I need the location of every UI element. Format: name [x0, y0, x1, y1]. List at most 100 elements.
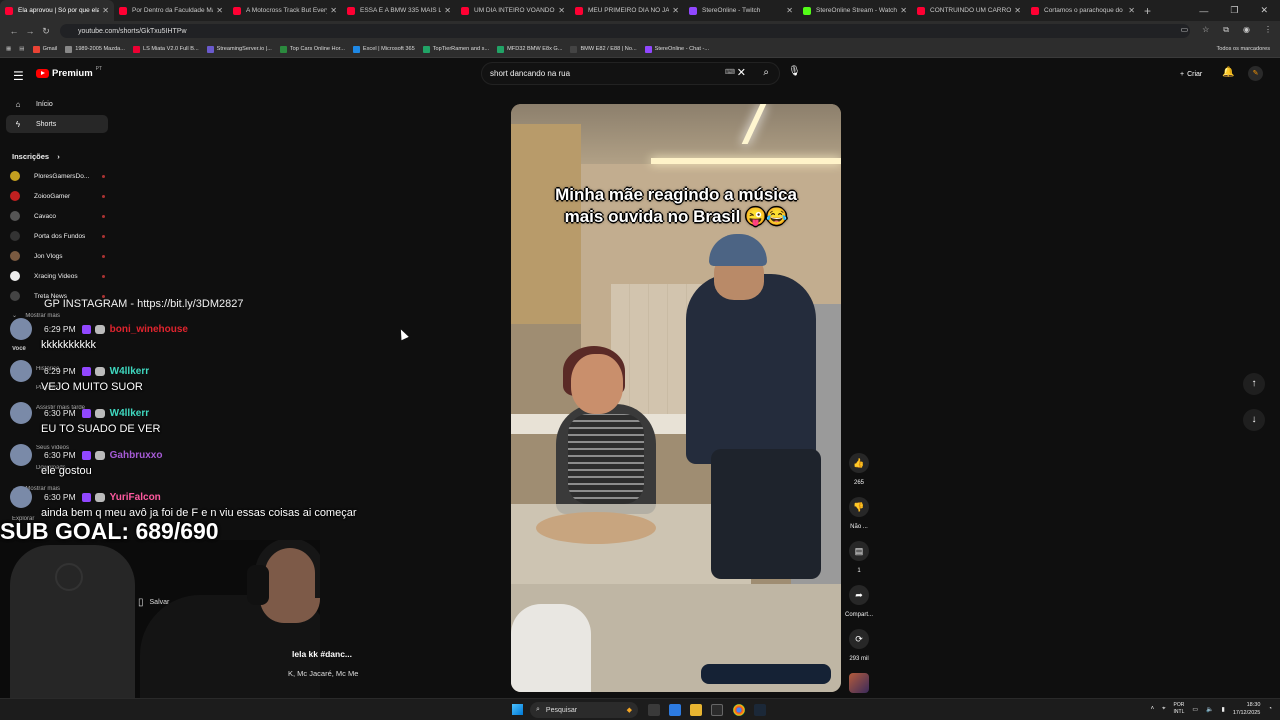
file-explorer-icon[interactable]	[690, 704, 702, 716]
browser-tab[interactable]: Ela aprovou | Só por que ela ✕	[0, 0, 114, 21]
previous-short-arrow-icon[interactable]: ↑	[1243, 373, 1265, 395]
subscription-item[interactable]: PloresGamersDo...	[10, 169, 110, 183]
bookmark-item[interactable]: StereOnline - Chat -...	[644, 45, 709, 53]
browser-tab[interactable]: CONTRUINDO UM CARRO B ✕	[912, 0, 1026, 21]
browser-tab[interactable]: UM DIA INTEIRO VOANDO P ✕	[456, 0, 570, 21]
search-icon[interactable]: ⌕	[763, 67, 769, 78]
volume-icon[interactable]: 🔈	[1206, 706, 1213, 713]
profile-icon[interactable]: ◉	[1243, 25, 1250, 35]
chat-username[interactable]: W4llkerr	[110, 408, 149, 419]
share-button[interactable]: ➦ Compart...	[845, 585, 873, 618]
maximize-icon[interactable]: ❐	[1230, 5, 1238, 16]
guide-menu-icon[interactable]: ☰	[13, 69, 24, 83]
tab-close-icon[interactable]: ✕	[900, 6, 907, 15]
subscription-item[interactable]: Cavaco	[10, 209, 110, 223]
tab-search-icon[interactable]: ▤	[19, 46, 24, 52]
all-bookmarks-link[interactable]: Todos os marcadores	[1217, 46, 1270, 52]
menu-dots-icon[interactable]: ⋮	[1264, 25, 1272, 35]
youtube-logo[interactable]: Premium PT	[36, 66, 102, 79]
clear-search-icon[interactable]: ✕	[737, 66, 746, 79]
subscription-item[interactable]: Porta dos Fundos	[10, 229, 110, 243]
task-view-icon[interactable]	[648, 704, 660, 716]
tab-close-icon[interactable]: ✕	[672, 6, 679, 15]
tab-close-icon[interactable]: ✕	[330, 6, 337, 15]
copilot-icon[interactable]	[669, 704, 681, 716]
url-field[interactable]: youtube.com/shorts/GkTxu5IHTPw	[60, 24, 1190, 38]
new-tab-icon[interactable]: +	[1144, 4, 1151, 18]
notifications-bell-icon[interactable]: 🔔	[1222, 67, 1234, 78]
close-window-icon[interactable]: ✕	[1260, 5, 1268, 16]
tab-close-icon[interactable]: ✕	[1128, 6, 1135, 15]
tab-close-icon[interactable]: ✕	[102, 6, 109, 15]
chat-message-header: 6:30 PM Gahbruxxo	[10, 444, 163, 466]
woman-head	[571, 354, 623, 414]
minimize-icon[interactable]: —	[1199, 6, 1208, 16]
chat-username[interactable]: Gahbruxxo	[110, 450, 163, 461]
browser-tab[interactable]: Por Dentro da Faculdade Mais ✕	[114, 0, 228, 21]
tab-close-icon[interactable]: ✕	[444, 6, 451, 15]
notifications-icon[interactable]: ◔	[1268, 706, 1272, 712]
account-avatar[interactable]: ✎	[1248, 66, 1263, 81]
tab-close-icon[interactable]: ✕	[216, 6, 223, 15]
tab-close-icon[interactable]: ✕	[786, 6, 793, 15]
chat-username[interactable]: YuriFalcon	[110, 492, 161, 503]
browser-tab[interactable]: MEU PRIMEIRO DIA NO JAPÃ ✕	[570, 0, 684, 21]
chrome-icon[interactable]	[733, 704, 745, 716]
bookmark-item[interactable]: Top Cars Online Hor...	[279, 45, 345, 53]
browser-tab[interactable]: Cortamos o parachoque do 2 ✕	[1026, 0, 1140, 21]
subscription-item[interactable]: Jon Vlogs	[10, 249, 110, 263]
save-chip[interactable]: ▯ Salvar	[138, 597, 169, 608]
create-button[interactable]: + Criar	[1172, 63, 1210, 85]
reload-icon[interactable]: ↻	[38, 26, 54, 37]
tab-close-icon[interactable]: ✕	[558, 6, 565, 15]
windows-start-icon[interactable]	[512, 704, 523, 715]
search-input[interactable]: short dancando na rua ⌨ ✕ ⌕	[481, 62, 780, 85]
remix-button[interactable]: ⟳ 293 mil	[849, 629, 869, 662]
subscription-item[interactable]: ZoiooGamer	[10, 189, 110, 203]
dislike-button[interactable]: 👎 Não ...	[849, 497, 869, 530]
comments-button[interactable]: ▤ 1	[849, 541, 869, 574]
sound-thumbnail[interactable]	[849, 673, 869, 693]
short-music-tags[interactable]: K, Mc Jacaré, Mc Me	[288, 669, 358, 678]
subscription-item[interactable]: Xracing Videos	[10, 269, 110, 283]
cast-icon[interactable]: ▭	[1181, 25, 1189, 35]
chat-username[interactable]: W4llkerr	[110, 366, 149, 377]
back-icon[interactable]: ←	[6, 26, 22, 36]
bookmark-item[interactable]: BMW E82 / E88 | No...	[570, 45, 637, 53]
short-video-player[interactable]: Minha mãe reagindo a música mais ouvida …	[511, 104, 841, 692]
apps-grid-icon[interactable]: ▦	[6, 46, 11, 52]
taskbar-clock[interactable]: 18:30 17/12/2025	[1233, 701, 1261, 717]
network-icon[interactable]: ▭	[1192, 706, 1198, 713]
battery-icon[interactable]: ▮	[1222, 706, 1225, 713]
sidebar-item-shorts[interactable]: ϟ Shorts	[6, 115, 108, 133]
chat-username[interactable]: boni_winehouse	[110, 324, 188, 335]
sidebar-item-home[interactable]: ⌂ Início	[6, 95, 108, 113]
like-button[interactable]: 👍 265	[849, 453, 869, 486]
browser-tab[interactable]: StereOnline Stream - Watch L ✕	[798, 0, 912, 21]
location-icon[interactable]: ⌖	[1162, 706, 1165, 713]
forward-icon[interactable]: →	[22, 26, 38, 36]
bookmark-item[interactable]: TopTierRamen and s...	[422, 45, 489, 53]
language-indicator[interactable]: POR INTL	[1174, 702, 1185, 716]
bookmark-item[interactable]: Gmail	[32, 45, 57, 53]
bookmark-item[interactable]: StreamingServer.io |...	[206, 45, 272, 53]
store-icon[interactable]	[711, 704, 723, 716]
taskbar-search[interactable]: ⌕ Pesquisar ◆	[530, 702, 638, 718]
steam-icon[interactable]	[754, 704, 766, 716]
bookmark-star-icon[interactable]: ☆	[1202, 25, 1209, 35]
browser-tab[interactable]: StereOnline - Twitch ✕	[684, 0, 798, 21]
bookmark-item[interactable]: 1989-2005 Mazda...	[65, 45, 125, 53]
short-title[interactable]: lela kk #danc...	[292, 649, 352, 659]
tray-overflow-icon[interactable]: ˄	[1151, 706, 1155, 712]
bookmark-item[interactable]: Excel | Microsoft 365	[352, 45, 415, 53]
bookmark-item[interactable]: MFD32 BMW E8x G...	[497, 45, 562, 53]
subscriptions-header[interactable]: Inscrições ›	[12, 152, 60, 161]
bookmark-item[interactable]: LS Miata V2.0 Full B...	[132, 45, 199, 53]
next-short-arrow-icon[interactable]: ↓	[1243, 409, 1265, 431]
browser-tab[interactable]: ESSA É A BMW 335 MAIS LI ✕	[342, 0, 456, 21]
extensions-icon[interactable]: ⧉	[1223, 25, 1229, 35]
browser-tab[interactable]: A Motocross Track But Every ✕	[228, 0, 342, 21]
keyboard-icon[interactable]: ⌨	[725, 68, 735, 76]
tab-close-icon[interactable]: ✕	[1014, 6, 1021, 15]
microphone-icon[interactable]: 🎙	[788, 66, 801, 77]
